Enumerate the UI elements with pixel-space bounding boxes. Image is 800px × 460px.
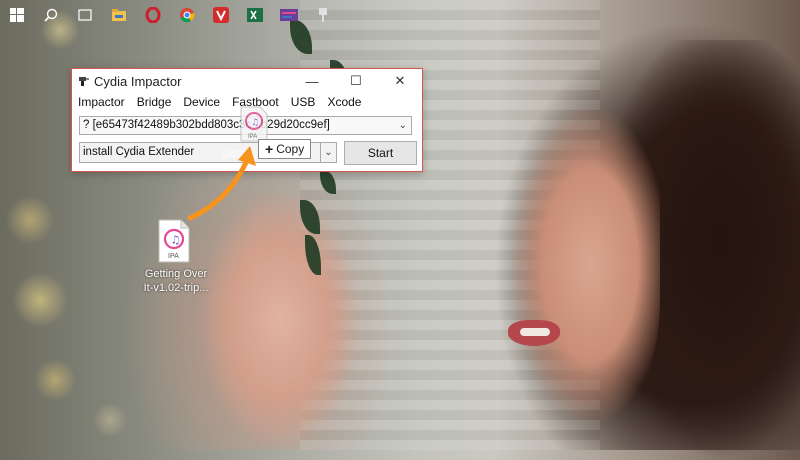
action-select-dropdown[interactable]: ⌄ xyxy=(320,142,337,163)
excel-button[interactable] xyxy=(238,0,272,30)
sticky-app-button[interactable] xyxy=(272,0,306,30)
vivaldi-icon xyxy=(213,7,229,23)
opera-icon xyxy=(145,7,161,23)
menu-usb[interactable]: USB xyxy=(285,94,322,112)
search-button[interactable] xyxy=(34,0,68,30)
task-view-button[interactable] xyxy=(68,0,102,30)
chevron-down-icon: ⌄ xyxy=(398,120,407,131)
chevron-down-icon: ⌄ xyxy=(324,147,333,158)
minimize-button[interactable]: — xyxy=(290,69,334,93)
pin-app-button[interactable] xyxy=(306,0,340,30)
chrome-icon xyxy=(180,8,195,23)
ipa-file-name-line2: It-v1.02-trip... xyxy=(143,282,209,294)
windows-start-button[interactable] xyxy=(0,0,34,30)
copy-label: Copy xyxy=(276,142,305,156)
file-explorer-icon xyxy=(112,9,126,21)
excel-icon xyxy=(247,8,263,22)
background-teeth xyxy=(520,328,550,336)
opera-button[interactable] xyxy=(136,0,170,30)
orange-arrow xyxy=(187,146,256,221)
maximize-button[interactable]: ☐ xyxy=(334,69,378,93)
ipa-file-name-line1: Getting Over xyxy=(144,268,208,280)
menu-bridge[interactable]: Bridge xyxy=(131,94,178,112)
task-view-icon xyxy=(78,9,92,21)
windows-start-icon xyxy=(10,8,24,22)
menu-impactor[interactable]: Impactor xyxy=(72,94,131,112)
sticky-app-icon xyxy=(280,9,298,21)
chrome-button[interactable] xyxy=(170,0,204,30)
menu-xcode[interactable]: Xcode xyxy=(321,94,367,112)
ipa-file-icon: ♫ IPA xyxy=(158,219,190,263)
svg-text:♫: ♫ xyxy=(251,118,259,128)
title-bar[interactable]: Cydia Impactor — ☐ ✕ xyxy=(72,69,422,93)
action-select-value: install Cydia Extender xyxy=(83,146,195,158)
search-icon xyxy=(44,8,58,22)
window-title: Cydia Impactor xyxy=(94,74,182,89)
pin-app-icon xyxy=(319,8,327,22)
ipa-file-icon-text: IPA xyxy=(168,253,179,260)
taskbar xyxy=(0,0,350,30)
close-button[interactable]: ✕ xyxy=(378,69,422,93)
svg-text:♫: ♫ xyxy=(171,234,181,247)
ipa-file-name: Getting Over It-v1.02-trip... xyxy=(140,267,212,295)
start-button[interactable]: Start xyxy=(344,141,417,165)
menu-device[interactable]: Device xyxy=(177,94,226,112)
drill-icon xyxy=(79,77,89,86)
vivaldi-button[interactable] xyxy=(204,0,238,30)
file-explorer-button[interactable] xyxy=(102,0,136,30)
